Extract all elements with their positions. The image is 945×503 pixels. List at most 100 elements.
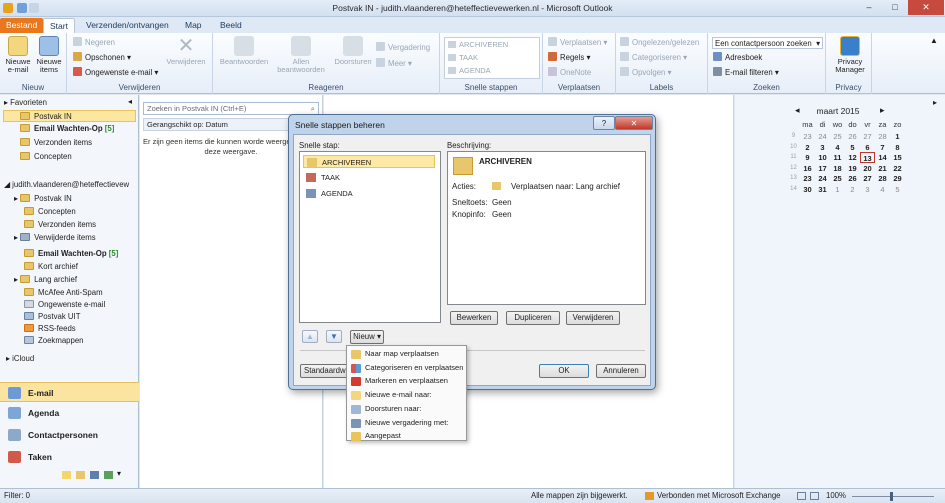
menu-flag-move[interactable]: Markeren en verplaatsen <box>349 374 465 388</box>
delete-button[interactable]: ✕ Verwijderen <box>162 36 210 66</box>
step-archiveren[interactable]: ARCHIVEREN <box>303 155 435 168</box>
calendar-day[interactable]: 30 <box>800 184 815 195</box>
new-email-button[interactable]: Nieuwe e-mail <box>3 36 33 74</box>
filter-email-button[interactable]: E-mail filteren ▾ <box>713 67 779 79</box>
reply-all-button[interactable]: Allen beantwoorden <box>273 36 329 74</box>
folder-verzonden-items[interactable]: Verzonden items <box>24 219 96 231</box>
meeting-button[interactable]: Vergadering <box>376 42 430 54</box>
ignore-button[interactable]: Negeren <box>73 37 115 49</box>
icloud-account[interactable]: ▸ iCloud <box>6 353 34 365</box>
calendar-day[interactable]: 3 <box>860 184 875 195</box>
step-taak[interactable]: TAAK <box>303 171 435 184</box>
tab-bestand[interactable]: Bestand <box>0 18 44 33</box>
cancel-button[interactable]: Annuleren <box>596 364 646 378</box>
tab-map[interactable]: Map <box>179 18 208 33</box>
tab-verzenden-ontvangen[interactable]: Verzenden/ontvangen <box>80 18 175 33</box>
menu-move-to-folder[interactable]: Naar map verplaatsen <box>349 347 465 361</box>
step-agenda[interactable]: AGENDA <box>303 187 435 200</box>
calendar-day[interactable]: 14 <box>875 152 890 163</box>
menu-forward-to[interactable]: Doorsturen naar: <box>349 402 465 416</box>
zoom-level[interactable]: 100% <box>826 489 846 503</box>
move-up-button[interactable]: ▲ <box>302 330 318 343</box>
dialog-help-button[interactable]: ? <box>593 116 615 130</box>
calendar-day[interactable]: 27 <box>860 173 875 184</box>
fav-concepten[interactable]: Concepten <box>20 151 72 163</box>
folder-ongewenste-email[interactable]: Ongewenste e-mail <box>24 299 105 311</box>
calendar-day[interactable]: 23 <box>800 131 815 142</box>
folder-postvak-uit[interactable]: Postvak UIT <box>24 311 80 323</box>
reset-defaults-button[interactable]: Standaardw <box>300 364 348 378</box>
nav-taken[interactable]: Taken <box>0 447 139 467</box>
calendar-day[interactable]: 26 <box>845 131 860 142</box>
shortcuts-icon[interactable] <box>90 471 99 479</box>
forward-button[interactable]: Doorsturen <box>329 36 377 66</box>
notes-icon[interactable] <box>62 471 71 479</box>
calendar-day[interactable]: 19 <box>845 163 860 174</box>
cleanup-button[interactable]: Opschonen ▾ <box>73 52 131 64</box>
menu-categorize-move[interactable]: Categoriseren en verplaatsen <box>349 361 465 375</box>
privacy-manager-button[interactable]: Privacy Manager <box>828 36 872 74</box>
onenote-button[interactable]: OneNote <box>548 67 591 79</box>
calendar-day[interactable]: 22 <box>890 163 905 174</box>
folder-list-icon[interactable] <box>76 471 85 479</box>
nav-email[interactable]: E-mail <box>0 382 139 402</box>
calendar-day[interactable]: 6 <box>860 142 875 153</box>
calendar-day[interactable]: 24 <box>815 173 830 184</box>
folder-postvak-in[interactable]: ▸ Postvak IN <box>14 193 72 205</box>
calendar-day[interactable]: 17 <box>815 163 830 174</box>
new-items-button[interactable]: Nieuwe items <box>34 36 64 74</box>
junk-button[interactable]: Ongewenste e-mail ▾ <box>73 67 158 79</box>
calendar-day[interactable]: 31 <box>815 184 830 195</box>
calendar-day[interactable]: 7 <box>875 142 890 153</box>
calendar-day[interactable]: 23 <box>800 173 815 184</box>
collapse-todo-icon[interactable]: ▸ <box>933 98 937 107</box>
ok-button[interactable]: OK <box>539 364 589 378</box>
rules-button[interactable]: Regels ▾ <box>548 52 590 64</box>
nav-agenda[interactable]: Agenda <box>0 403 139 423</box>
calendar-day[interactable]: 27 <box>860 131 875 142</box>
calendar-day[interactable]: 1 <box>890 131 905 142</box>
view-normal-icon[interactable] <box>797 492 806 500</box>
folder-verwijderde-items[interactable]: ▸ Verwijderde items <box>14 232 96 244</box>
quick-steps-gallery[interactable]: ARCHIVEREN TAAK AGENDA <box>444 37 540 79</box>
folder-mcafee-anti-spam[interactable]: McAfee Anti-Spam <box>24 287 103 299</box>
menu-new-meeting-with[interactable]: Nieuwe vergadering met: <box>349 416 465 430</box>
edit-button[interactable]: Bewerken <box>450 311 498 325</box>
find-contact-field[interactable]: Een contactpersoon zoeken ▾ <box>712 37 823 49</box>
calendar-day[interactable]: 28 <box>875 173 890 184</box>
quick-step-archiveren[interactable]: ARCHIVEREN <box>445 38 539 51</box>
move-down-button[interactable]: ▼ <box>326 330 342 343</box>
duplicate-button[interactable]: Dupliceren <box>506 311 560 325</box>
followup-button[interactable]: Opvolgen ▾ <box>620 67 671 79</box>
dialog-close-button[interactable]: ✕ <box>615 116 653 130</box>
folder-email-wachten-op[interactable]: Email Wachten-Op [5] <box>24 248 118 260</box>
delete-button[interactable]: Verwijderen <box>566 311 620 325</box>
calendar-day[interactable]: 21 <box>875 163 890 174</box>
new-dropdown-button[interactable]: Nieuw ▾ <box>350 330 384 344</box>
calendar-day[interactable]: 2 <box>800 142 815 153</box>
calendar-day[interactable]: 3 <box>815 142 830 153</box>
calendar-day[interactable]: 24 <box>815 131 830 142</box>
folder-zoekmappen[interactable]: Zoekmappen <box>24 335 84 347</box>
calendar-day[interactable]: 11 <box>830 152 845 163</box>
favorites-header[interactable]: ▸ Favorieten <box>4 97 47 109</box>
menu-new-email-to[interactable]: Nieuwe e-mail naar: <box>349 388 465 402</box>
menu-custom[interactable]: Aangepast <box>349 429 465 443</box>
calendar-day[interactable]: 29 <box>890 173 905 184</box>
categorize-button[interactable]: Categoriseren ▾ <box>620 52 687 64</box>
zoom-thumb[interactable] <box>890 492 893 501</box>
tab-beeld[interactable]: Beeld <box>214 18 248 33</box>
close-button[interactable]: ✕ <box>908 0 944 15</box>
account-header[interactable]: ◢ judith.vlaanderen@heteffectievew <box>4 179 129 191</box>
calendar-day[interactable]: 2 <box>845 184 860 195</box>
journal-icon[interactable] <box>104 471 113 479</box>
nav-contactpersonen[interactable]: Contactpersonen <box>0 425 139 445</box>
calendar-day[interactable]: 20 <box>860 163 875 174</box>
quick-step-agenda[interactable]: AGENDA <box>445 64 539 77</box>
steps-listbox[interactable]: ARCHIVEREN TAAK AGENDA <box>299 151 441 323</box>
calendar-day[interactable]: 1 <box>830 184 845 195</box>
folder-lang-archief[interactable]: ▸ Lang archief <box>14 274 77 286</box>
move-button[interactable]: Verplaatsen ▾ <box>548 37 607 49</box>
more-button[interactable]: Meer ▾ <box>376 58 412 70</box>
quick-step-taak[interactable]: TAAK <box>445 51 539 64</box>
